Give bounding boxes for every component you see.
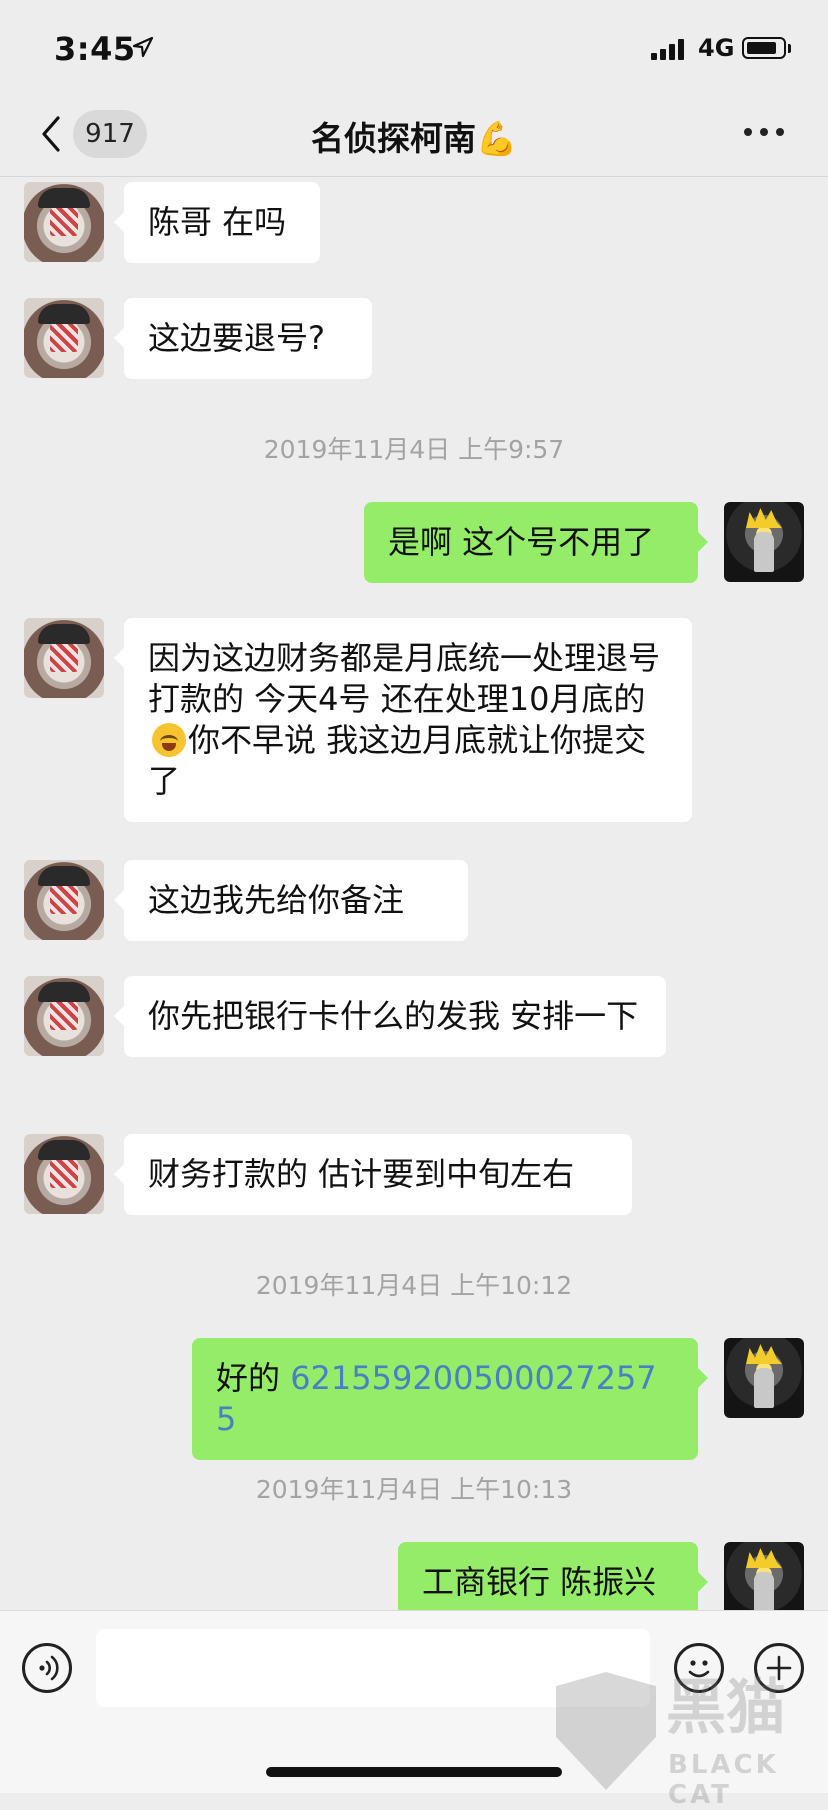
crying-laughing-emoji-icon bbox=[152, 723, 186, 757]
message-list[interactable]: 陈哥 在吗 这边要退号? 2019年11月4日 上午9:57 是啊 这个号不用了… bbox=[0, 177, 828, 1610]
contact-avatar[interactable] bbox=[24, 182, 104, 262]
incoming-message[interactable]: 因为这边财务都是月底统一处理退号打款的 今天4号 还在处理10月底的 你不早说 … bbox=[114, 618, 692, 822]
watermark-subtitle: BLACK CAT bbox=[668, 1750, 779, 1810]
more-options-icon[interactable] bbox=[744, 128, 784, 138]
contact-avatar[interactable] bbox=[24, 298, 104, 378]
incoming-message[interactable]: 这边要退号? bbox=[114, 298, 372, 379]
contact-avatar[interactable] bbox=[24, 618, 104, 698]
incoming-message[interactable]: 陈哥 在吗 bbox=[114, 182, 320, 263]
incoming-message[interactable]: 你先把银行卡什么的发我 安排一下 bbox=[114, 976, 666, 1057]
black-cat-watermark: 黑猫 BLACK CAT bbox=[556, 1672, 828, 1810]
message-timestamp: 2019年11月4日 上午10:13 bbox=[255, 1475, 573, 1504]
contact-avatar[interactable] bbox=[24, 976, 104, 1056]
message-text: 你不早说 我这边月底就让你提交了 bbox=[148, 721, 647, 800]
signal-strength-icon bbox=[651, 38, 691, 60]
contact-avatar[interactable] bbox=[24, 860, 104, 940]
incoming-message[interactable]: 这边我先给你备注 bbox=[114, 860, 468, 941]
battery-nub bbox=[788, 44, 791, 53]
chat-title: 名侦探柯南💪 bbox=[310, 119, 518, 158]
message-text: 财务打款的 估计要到中旬左右 bbox=[148, 1155, 575, 1193]
message-timestamp: 2019年11月4日 上午10:12 bbox=[255, 1271, 573, 1300]
voice-input-button[interactable] bbox=[22, 1643, 72, 1693]
unread-count-badge[interactable]: 917 bbox=[73, 110, 147, 158]
location-arrow-icon bbox=[132, 36, 154, 58]
message-text: 因为这边财务都是月底统一处理退号打款的 今天4号 还在处理10月底的 bbox=[148, 639, 661, 718]
message-text: 是啊 这个号不用了 bbox=[388, 523, 655, 561]
battery-icon bbox=[742, 37, 786, 59]
message-text: 你先把银行卡什么的发我 安排一下 bbox=[148, 997, 639, 1035]
outgoing-message[interactable]: 好的 6215592005000272575 bbox=[192, 1338, 708, 1460]
chat-header: 917 名侦探柯南💪 bbox=[0, 100, 828, 177]
status-bar: 3:45 4G bbox=[0, 0, 828, 100]
message-text: 这边我先给你备注 bbox=[148, 881, 405, 919]
back-chevron-icon[interactable] bbox=[38, 114, 64, 154]
outgoing-message[interactable]: 是啊 这个号不用了 bbox=[364, 502, 708, 583]
home-indicator[interactable] bbox=[266, 1767, 562, 1777]
message-timestamp: 2019年11月4日 上午9:57 bbox=[263, 435, 565, 464]
message-text: 这边要退号? bbox=[148, 319, 325, 357]
my-avatar[interactable] bbox=[724, 502, 804, 582]
message-text: 陈哥 在吗 bbox=[148, 203, 287, 241]
message-text: 好的 bbox=[216, 1359, 291, 1397]
contact-avatar[interactable] bbox=[24, 1134, 104, 1214]
cat-shield-logo-icon bbox=[556, 1672, 656, 1790]
message-text: 工商银行 陈振兴 bbox=[422, 1563, 657, 1601]
incoming-message[interactable]: 财务打款的 估计要到中旬左右 bbox=[114, 1134, 632, 1215]
my-avatar[interactable] bbox=[724, 1542, 804, 1610]
voice-wave-icon bbox=[39, 1655, 59, 1681]
network-type: 4G bbox=[698, 34, 735, 62]
status-time: 3:45 bbox=[54, 30, 136, 68]
outgoing-message[interactable]: 工商银行 陈振兴 bbox=[398, 1542, 708, 1610]
my-avatar[interactable] bbox=[724, 1338, 804, 1418]
watermark-title: 黑猫 bbox=[666, 1673, 786, 1743]
